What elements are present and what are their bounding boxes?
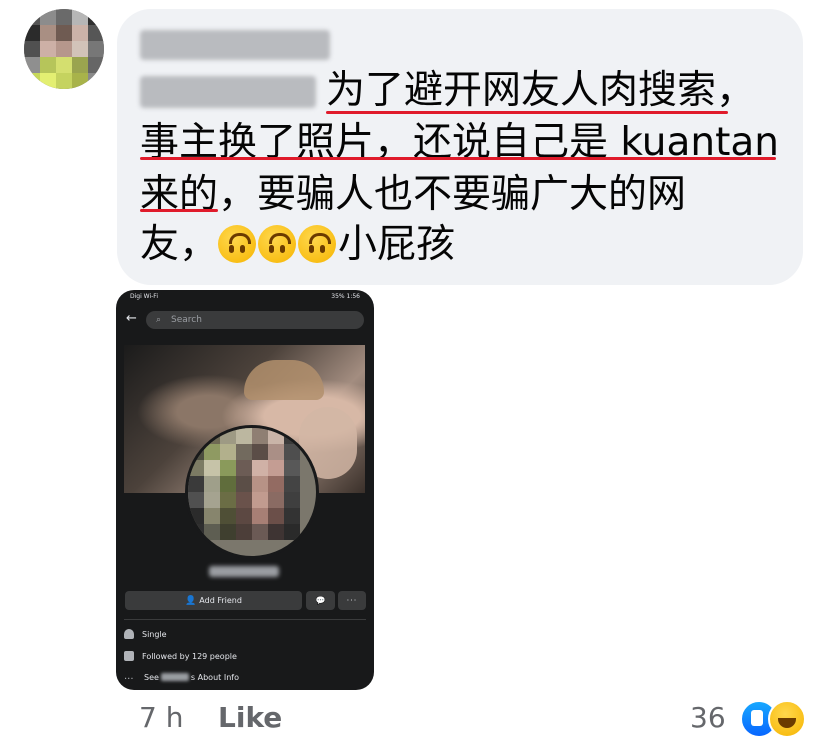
- underline-annotation-1: [326, 111, 728, 114]
- followers-info: Followed by 129 people: [124, 650, 237, 664]
- relationship-status: Single: [124, 628, 167, 642]
- see-suffix-text: s About Info: [190, 673, 239, 682]
- see-about-info-link[interactable]: ··· See s About Info: [124, 671, 239, 685]
- status-left-text: Digi Wi-Fi: [130, 293, 158, 300]
- add-friend-label: Add Friend: [199, 596, 242, 605]
- upside-down-face-emoji: [258, 225, 297, 263]
- upside-down-face-emoji: [298, 225, 337, 263]
- messenger-button[interactable]: 💬: [306, 591, 335, 610]
- search-input[interactable]: ⌕ Search: [146, 311, 364, 329]
- messenger-icon: 💬: [315, 596, 326, 605]
- profile-photo-blurred: [185, 425, 319, 559]
- name-redacted: [160, 673, 189, 681]
- followers-icon: [124, 651, 134, 661]
- comment-text-line-3: 来的，要骗人也不要骗广大的网: [140, 172, 687, 217]
- more-icon: ···: [346, 596, 358, 605]
- more-dots-icon: ···: [124, 674, 134, 685]
- divider: [124, 619, 366, 620]
- relationship-text: Single: [142, 630, 167, 639]
- profile-name-blurred: [209, 566, 279, 577]
- profile-screenshot-image[interactable]: Digi Wi-Fi 35% 1:56 ← ⌕ Search 👤 Add Fri…: [116, 290, 374, 690]
- haha-reaction-icon[interactable]: [768, 700, 806, 738]
- more-options-button[interactable]: ···: [338, 591, 366, 610]
- author-name-blurred[interactable]: [140, 30, 330, 60]
- author-name-blurred-line2[interactable]: [140, 76, 316, 108]
- phone-status-bar: Digi Wi-Fi 35% 1:56: [116, 290, 374, 304]
- followers-text: Followed by 129 people: [142, 652, 237, 661]
- heart-icon: [124, 629, 134, 639]
- comment-timestamp[interactable]: 7 h: [139, 701, 183, 734]
- see-prefix-text: See: [144, 673, 159, 682]
- add-friend-icon: 👤: [185, 596, 197, 606]
- comment-text-line-4: 友， 小屁孩: [140, 221, 455, 269]
- comment-text-line-1: 为了避开网友人肉搜索，: [326, 68, 756, 113]
- status-right-text: 35% 1:56: [331, 293, 360, 300]
- search-icon: ⌕: [156, 315, 162, 325]
- underline-annotation-2: [140, 157, 776, 160]
- search-placeholder: Search: [171, 315, 202, 325]
- back-arrow-icon[interactable]: ←: [126, 312, 137, 326]
- comment-text-prefix: 友，: [140, 222, 219, 267]
- upside-down-face-emoji: [218, 225, 257, 263]
- reaction-count[interactable]: 36: [690, 701, 726, 734]
- underline-annotation-3: [140, 209, 218, 212]
- comment-text-tail: 小屁孩: [338, 222, 456, 267]
- commenter-avatar[interactable]: [24, 9, 104, 89]
- add-friend-button[interactable]: 👤 Add Friend: [125, 591, 302, 610]
- phone-nav-bar: ← ⌕ Search: [116, 306, 374, 334]
- like-button[interactable]: Like: [218, 701, 282, 734]
